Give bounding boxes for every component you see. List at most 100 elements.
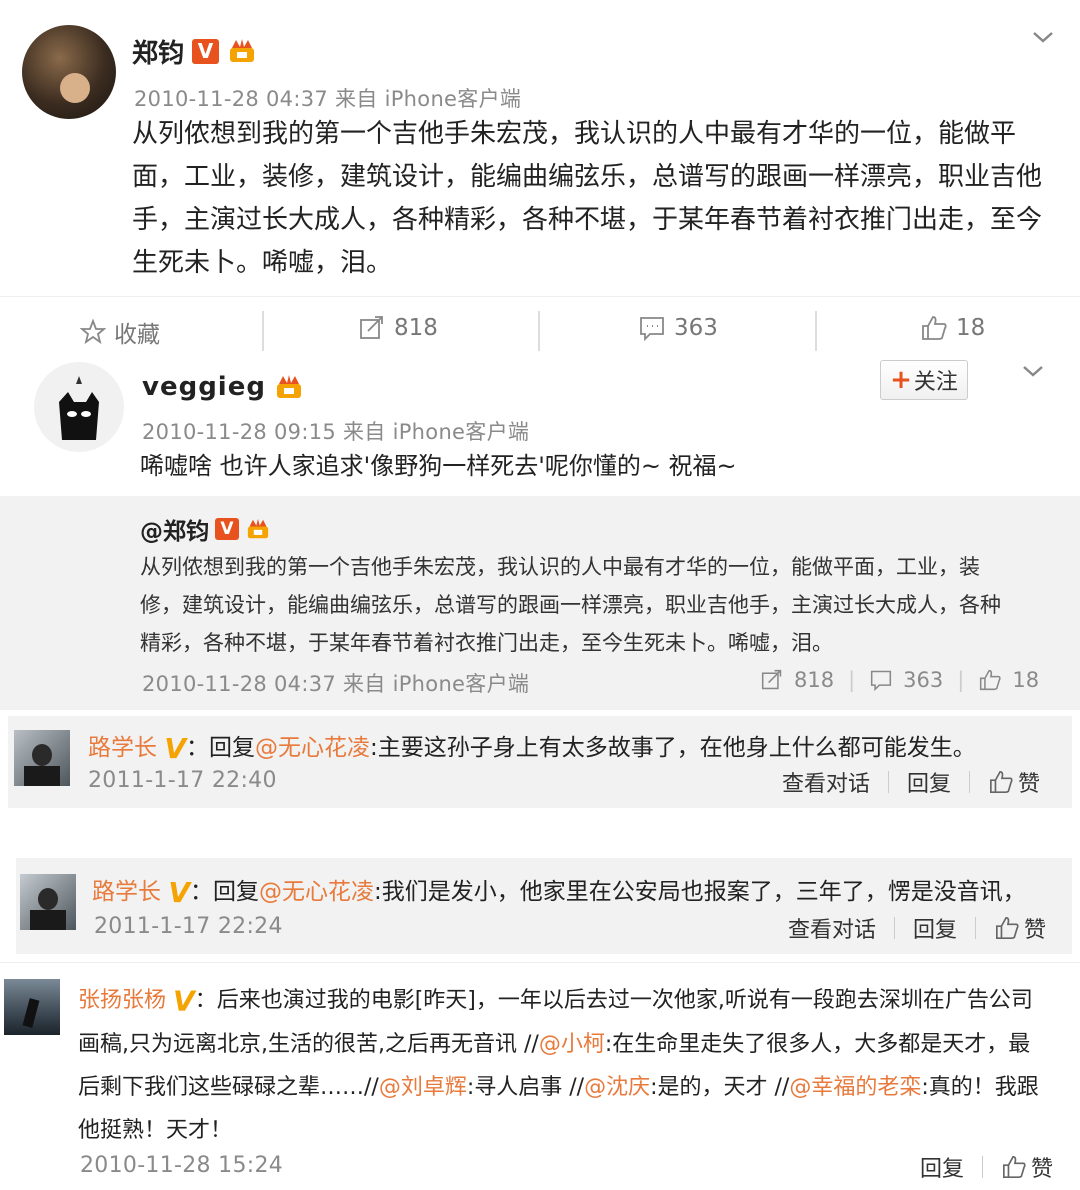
reply-link[interactable]: 回复 [907, 766, 951, 798]
avatar[interactable] [14, 730, 70, 786]
star-icon [80, 319, 106, 345]
action-bar: 收藏 818 363 18 [0, 296, 1080, 352]
comment-text: 他挺熟！天才！ [78, 1117, 233, 1143]
comment-item: 张扬张杨 V：后来也演过我的电影[昨天]，一年以后去过一次他家,听说有一段跑去深… [0, 962, 1080, 1190]
comment-author[interactable]: 路学长 [88, 735, 157, 761]
v-badge-icon: V [192, 38, 220, 64]
like-link[interactable]: 赞 [1018, 766, 1040, 798]
avatar[interactable] [4, 979, 60, 1035]
post-line: 从列侬想到我的第一个吉他手朱宏茂，我认识的人中最有才华的一位，能做平 [132, 119, 1017, 149]
avatar[interactable] [34, 362, 124, 452]
quoted-actions: 818 | 363 | 18 [760, 668, 1039, 692]
quoted-line: 精彩，各种不堪，于某年春节着衬衣推门出走，至今生死未卜。唏嘘，泪。 [140, 631, 833, 655]
post-body: 从列侬想到我的第一个吉他手朱宏茂，我认识的人中最有才华的一位，能做平 面，工业，… [132, 113, 1052, 285]
divider [975, 917, 977, 939]
like-button[interactable]: 18 [920, 315, 985, 341]
divider [888, 771, 890, 793]
view-conversation-link[interactable]: 查看对话 [782, 766, 870, 798]
like-count: 18 [1012, 668, 1040, 692]
thumbs-up-icon [922, 316, 947, 340]
thumbs-up-icon[interactable] [1001, 1155, 1027, 1179]
comment-item: 路学长 V：回复@无心花凌:我们是发小，他家里在公安局也报案了，三年了，愣是没音… [16, 858, 1072, 954]
cat-icon [59, 376, 99, 440]
reply-link[interactable]: 回复 [920, 1151, 964, 1183]
reply-link[interactable]: 回复 [913, 912, 957, 944]
mention[interactable]: @刘卓辉 [379, 1075, 467, 1100]
comment-text: :寻人启事 // [466, 1074, 585, 1100]
timestamp: 2010-11-28 09:15 来自 iPhone客户端 [142, 420, 530, 444]
comment-text: 后剩下我们这些碌碌之辈……// [78, 1074, 379, 1100]
like-link[interactable]: 赞 [1024, 912, 1046, 944]
quoted-timestamp: 2010-11-28 04:37 来自 iPhone客户端 [142, 672, 530, 696]
comment-author[interactable]: 张扬张杨 [78, 988, 166, 1013]
separator: | [957, 668, 965, 692]
follow-plus-icon: + [890, 365, 912, 395]
post-line: 手，主演过长大成人，各种精彩，各种不堪，于某年春节着衬衣推门出走，至今 [132, 205, 1043, 235]
divider [262, 311, 264, 351]
comment-text: :是的，天才 // [650, 1074, 790, 1100]
chevron-down-icon[interactable] [1032, 26, 1054, 48]
chevron-down-icon[interactable] [1022, 360, 1044, 382]
comment-timestamp: 2011-1-17 22:24 [94, 914, 283, 939]
follow-label: 关注 [913, 370, 958, 395]
avatar[interactable] [20, 874, 76, 930]
comment-author[interactable]: 路学长 [92, 879, 161, 905]
comment-timestamp: 2011-1-17 22:40 [88, 768, 277, 793]
post-line: 面，工业，装修，建筑设计，能编曲编弦乐，总谱写的跟画一样漂亮，职业吉他 [132, 162, 1043, 192]
repost-icon[interactable] [760, 669, 784, 691]
quoted-body: 从列侬想到我的第一个吉他手朱宏茂，我认识的人中最有才华的一位，能做平面，工业，装… [140, 548, 1001, 662]
favorite-button[interactable]: 收藏 [80, 315, 160, 349]
thumbs-up-icon[interactable] [988, 770, 1014, 794]
like-count: 18 [956, 315, 986, 341]
colon: ： [194, 988, 217, 1013]
comment-button[interactable]: 363 [638, 315, 718, 341]
repost-button[interactable]: 818 [358, 315, 438, 341]
comment-text: :我们是发小，他家里在公安局也报案了，三年了，愣是没音讯， [373, 879, 1026, 905]
comment-item: 路学长 V：回复@无心花凌:主要这孙子身上有太多故事了，在他身上什么都可能发生。… [8, 716, 1072, 808]
view-conversation-link[interactable]: 查看对话 [788, 912, 876, 944]
colon: ： [185, 735, 209, 761]
colon: ： [189, 879, 213, 905]
quoted-line: 修，建筑设计，能编曲编弦乐，总谱写的跟画一样漂亮，职业吉他手，主演过长大成人，各… [140, 593, 1001, 617]
divider [538, 311, 540, 351]
divider [894, 917, 896, 939]
crown-icon [276, 375, 301, 398]
reply-prefix: 回复 [212, 879, 259, 905]
repost-count: 818 [394, 315, 438, 341]
divider [969, 771, 971, 793]
comment-icon[interactable] [869, 669, 893, 691]
mention[interactable]: @幸福的老栾 [789, 1075, 921, 1100]
divider [982, 1156, 984, 1178]
separator: | [848, 668, 856, 692]
mention[interactable]: @小柯 [539, 1032, 605, 1057]
comment-count: 363 [674, 315, 718, 341]
comment-text: :主要这孙子身上有太多故事了，在他身上什么都可能发生。 [369, 735, 976, 761]
comment-icon [640, 317, 664, 341]
v-badge-icon: V [164, 732, 186, 765]
crown-icon [247, 518, 269, 539]
v-badge-icon: V [168, 876, 190, 909]
post-line: 生死未卜。唏嘘，泪。 [132, 248, 393, 278]
v-badge-icon: V [215, 518, 239, 540]
divider [815, 311, 817, 351]
mention[interactable]: @沈庆 [584, 1075, 650, 1100]
timestamp: 2010-11-28 04:37 来自 iPhone客户端 [134, 87, 522, 111]
mention[interactable]: @无心花凌 [255, 735, 370, 761]
thumbs-up-icon[interactable] [978, 669, 1002, 691]
avatar[interactable] [22, 25, 116, 119]
follow-button[interactable]: + 关注 [880, 360, 968, 400]
mention[interactable]: @无心花凌 [259, 879, 374, 905]
favorite-label: 收藏 [114, 322, 160, 348]
post-body: 唏嘘啥 也许人家追求'像野狗一样死去'呢你懂的~ 祝福~ [140, 452, 737, 480]
quoted-post[interactable]: @郑钧 V 从列侬想到我的第一个吉他手朱宏茂，我认识的人中最有才华的一位，能做平… [0, 496, 1080, 710]
v-badge-icon: V [173, 984, 195, 1018]
reply-prefix: 回复 [208, 735, 255, 761]
author-name[interactable]: 郑钧 [132, 33, 184, 70]
quoted-author[interactable]: @郑钧 [140, 512, 209, 546]
thumbs-up-icon[interactable] [994, 916, 1020, 940]
comment-text: 后来也演过我的电影[昨天]，一年以后去过一次他家,听说有一段跑去深圳在广告公司 [216, 988, 1033, 1013]
comment-text: :真的！我跟 [921, 1074, 1039, 1100]
author-name[interactable]: veggieg [142, 372, 266, 402]
repost-icon [360, 316, 383, 339]
like-link[interactable]: 赞 [1031, 1151, 1053, 1183]
